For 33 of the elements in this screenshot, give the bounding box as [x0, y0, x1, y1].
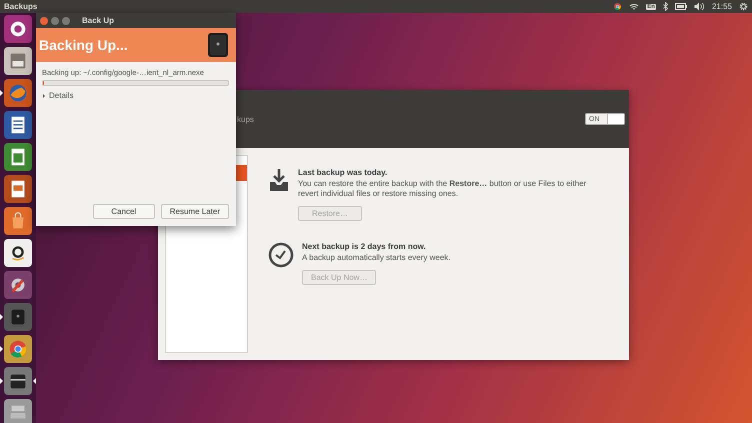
launcher-app-button[interactable] [4, 15, 32, 43]
window-title: kups [237, 114, 254, 124]
section-title: Last backup was today. [298, 168, 388, 177]
clock-text[interactable]: 21:55 [712, 2, 732, 11]
battery-icon[interactable] [674, 3, 687, 10]
launcher-app-button[interactable] [4, 175, 32, 203]
wifi-icon[interactable] [629, 2, 640, 10]
close-button[interactable] [40, 16, 48, 24]
safe-icon [207, 32, 229, 58]
launcher-app-button[interactable] [4, 271, 32, 299]
chrome-ball-icon [7, 338, 29, 360]
app-title: Backups [4, 2, 38, 11]
settings-icon[interactable] [739, 2, 748, 11]
section-description: A backup automatically starts every week. [302, 253, 452, 263]
volume-icon[interactable] [694, 2, 705, 11]
maximize-button[interactable] [62, 16, 70, 24]
launcher-app-button[interactable] [4, 111, 32, 139]
expander-arrow-icon [42, 94, 46, 98]
dialog-button[interactable]: Cancel [92, 204, 155, 219]
dialog-heading: Backing Up... [39, 37, 128, 53]
launcher-app-button[interactable] [4, 367, 32, 395]
dialog-title: Back Up [82, 16, 114, 25]
bluetooth-icon[interactable] [662, 2, 668, 11]
details-expander[interactable]: Details [42, 91, 74, 100]
dialog-button[interactable]: Resume Later [160, 204, 229, 219]
launcher-app-button[interactable] [4, 143, 32, 171]
chrome-ball-icon[interactable] [613, 2, 622, 11]
download-tray-icon [268, 168, 290, 192]
minimize-button[interactable] [51, 16, 59, 24]
clock-icon [268, 242, 294, 268]
section-description: You can restore the entire backup with the Restore… button or use Files to either revert individual files or restore missing ones. [298, 179, 588, 199]
launcher-app-button[interactable] [4, 239, 32, 267]
section-title: Next backup is 2 days from now. [302, 242, 426, 251]
